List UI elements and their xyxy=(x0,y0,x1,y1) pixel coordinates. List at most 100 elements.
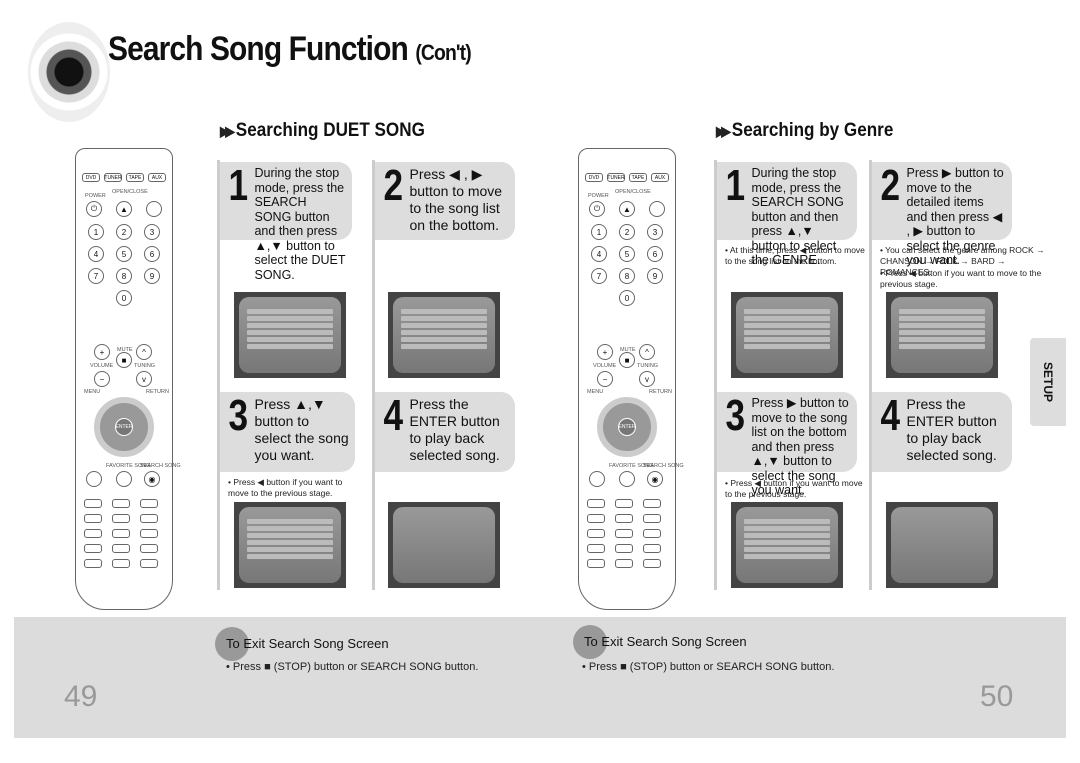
number-key-2[interactable]: 2 xyxy=(619,224,635,240)
number-key-5[interactable]: 5 xyxy=(116,246,132,262)
info-button[interactable] xyxy=(589,471,605,487)
function-key[interactable] xyxy=(615,544,633,553)
stop-button[interactable]: ■ xyxy=(116,352,132,368)
step-3: 3 Press ▲,▼ button to select the song you… xyxy=(220,392,355,472)
tuning-down-button[interactable]: v xyxy=(136,371,152,387)
setup-tab: SETUP xyxy=(1030,338,1066,426)
enter-button[interactable]: ENTER xyxy=(618,418,636,436)
function-key[interactable] xyxy=(84,529,102,538)
stop-button[interactable]: ■ xyxy=(619,352,635,368)
number-key-8[interactable]: 8 xyxy=(619,268,635,284)
number-key-1[interactable]: 1 xyxy=(88,224,104,240)
function-key[interactable] xyxy=(643,559,661,568)
function-key[interactable] xyxy=(587,544,605,553)
step-4: 4 Press the ENTER button to play back sel… xyxy=(375,392,515,472)
volume-up-button[interactable]: + xyxy=(597,344,613,360)
function-key[interactable] xyxy=(643,544,661,553)
info-button[interactable] xyxy=(86,471,102,487)
function-key[interactable] xyxy=(84,559,102,568)
navigation-pad[interactable]: ENTER xyxy=(597,397,657,457)
search-song-button[interactable]: ◉ xyxy=(144,471,160,487)
exit-text: • Press ■ (STOP) button or SEARCH SONG b… xyxy=(582,661,835,673)
function-key[interactable] xyxy=(112,544,130,553)
remote-key-tape[interactable]: TAPE xyxy=(126,173,144,182)
function-key[interactable] xyxy=(587,499,605,508)
power-button[interactable]: ⏻ xyxy=(86,201,102,217)
number-key-7[interactable]: 7 xyxy=(88,268,104,284)
function-key[interactable] xyxy=(615,514,633,523)
number-key-7[interactable]: 7 xyxy=(591,268,607,284)
power-button[interactable]: ⏻ xyxy=(589,201,605,217)
function-key[interactable] xyxy=(615,499,633,508)
search-song-button[interactable]: ◉ xyxy=(647,471,663,487)
usb-button[interactable] xyxy=(649,201,665,217)
number-key-6[interactable]: 6 xyxy=(647,246,663,262)
volume-up-button[interactable]: + xyxy=(94,344,110,360)
arrows-icon: ▶▶ xyxy=(716,122,731,139)
number-key-3[interactable]: 3 xyxy=(144,224,160,240)
tuning-up-button[interactable]: ^ xyxy=(136,344,152,360)
function-key[interactable] xyxy=(643,514,661,523)
open-close-button[interactable]: ▲ xyxy=(619,201,635,217)
function-key[interactable] xyxy=(112,529,130,538)
section-heading-duet: ▶▶ Searching DUET SONG xyxy=(220,120,425,141)
function-key[interactable] xyxy=(112,559,130,568)
number-key-0[interactable]: 0 xyxy=(116,290,132,306)
function-key[interactable] xyxy=(112,499,130,508)
remote-key-aux[interactable]: AUX xyxy=(651,173,669,182)
mute-label: MUTE xyxy=(620,347,636,353)
number-key-0[interactable]: 0 xyxy=(619,290,635,306)
function-key[interactable] xyxy=(140,559,158,568)
power-label: POWER xyxy=(588,193,609,199)
enter-button[interactable]: ENTER xyxy=(115,418,133,436)
step-2: 2 Press ▶ button to move to the detailed … xyxy=(872,162,1012,267)
tuning-up-button[interactable]: ^ xyxy=(639,344,655,360)
number-key-4[interactable]: 4 xyxy=(591,246,607,262)
audio-button[interactable] xyxy=(116,471,132,487)
volume-down-button[interactable]: − xyxy=(94,371,110,387)
remote-key-dvd[interactable]: DVD xyxy=(82,173,100,182)
function-key[interactable] xyxy=(587,559,605,568)
function-key[interactable] xyxy=(84,499,102,508)
remote-key-tuner[interactable]: TUNER xyxy=(607,173,625,182)
function-key[interactable] xyxy=(140,529,158,538)
note: • Press ◀ button if you want to move to … xyxy=(725,478,863,499)
function-key[interactable] xyxy=(643,499,661,508)
function-key[interactable] xyxy=(587,514,605,523)
tv-screen xyxy=(886,292,998,378)
usb-button[interactable] xyxy=(146,201,162,217)
volume-down-button[interactable]: − xyxy=(597,371,613,387)
remote-key-tuner[interactable]: TUNER xyxy=(104,173,122,182)
number-key-4[interactable]: 4 xyxy=(88,246,104,262)
navigation-pad[interactable]: ENTER xyxy=(94,397,154,457)
number-key-9[interactable]: 9 xyxy=(647,268,663,284)
function-key[interactable] xyxy=(140,544,158,553)
number-key-6[interactable]: 6 xyxy=(144,246,160,262)
function-key[interactable] xyxy=(587,529,605,538)
function-key[interactable] xyxy=(112,514,130,523)
number-key-8[interactable]: 8 xyxy=(116,268,132,284)
function-key[interactable] xyxy=(615,529,633,538)
open-close-label: OPEN/CLOSE xyxy=(112,189,148,195)
tv-screen xyxy=(886,502,998,588)
number-key-2[interactable]: 2 xyxy=(116,224,132,240)
number-key-9[interactable]: 9 xyxy=(144,268,160,284)
number-key-1[interactable]: 1 xyxy=(591,224,607,240)
mute-label: MUTE xyxy=(117,347,133,353)
tuning-down-button[interactable]: v xyxy=(639,371,655,387)
function-key[interactable] xyxy=(84,544,102,553)
audio-button[interactable] xyxy=(619,471,635,487)
function-key[interactable] xyxy=(643,529,661,538)
function-key[interactable] xyxy=(140,514,158,523)
function-key[interactable] xyxy=(140,499,158,508)
function-key[interactable] xyxy=(615,559,633,568)
function-key[interactable] xyxy=(84,514,102,523)
volume-label: VOLUME xyxy=(593,363,617,369)
number-key-5[interactable]: 5 xyxy=(619,246,635,262)
remote-key-dvd[interactable]: DVD xyxy=(585,173,603,182)
exit-heading: To Exit Search Song Screen xyxy=(584,634,747,649)
number-key-3[interactable]: 3 xyxy=(647,224,663,240)
remote-key-tape[interactable]: TAPE xyxy=(629,173,647,182)
remote-key-aux[interactable]: AUX xyxy=(148,173,166,182)
open-close-button[interactable]: ▲ xyxy=(116,201,132,217)
